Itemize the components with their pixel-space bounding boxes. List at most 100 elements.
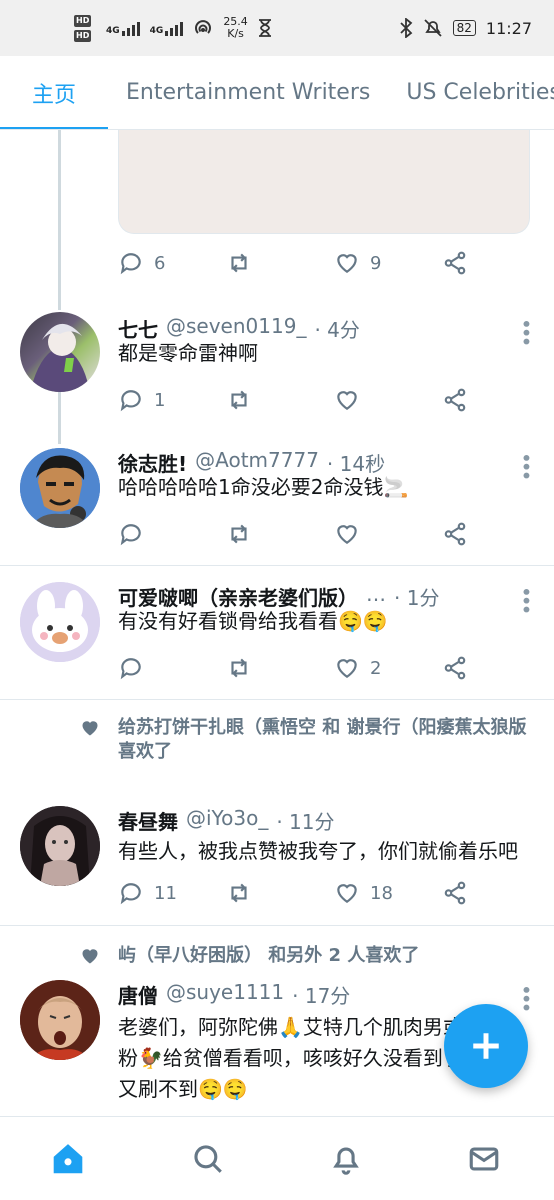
compose-tweet-button[interactable] bbox=[444, 1004, 528, 1088]
retweet-button[interactable] bbox=[226, 655, 252, 681]
share-button[interactable] bbox=[442, 250, 468, 276]
battery-icon: 82 bbox=[452, 20, 476, 36]
share-button[interactable] bbox=[442, 655, 468, 681]
social-context[interactable]: 屿（早八好困版） 和另外 2 人喜欢了 bbox=[80, 944, 544, 968]
hotspot-icon bbox=[195, 20, 212, 34]
share-icon bbox=[444, 251, 466, 275]
more-options-icon[interactable]: ••• bbox=[514, 984, 538, 1010]
plus-icon bbox=[473, 1033, 499, 1059]
tab-entertainment-writers[interactable]: Entertainment Writers bbox=[108, 56, 388, 129]
share-button[interactable] bbox=[442, 387, 468, 413]
reply-button[interactable]: 11 bbox=[118, 880, 177, 906]
tweet[interactable]: 七七 @seven0119_ · 4分 ••• 都是零命雷神啊 1 bbox=[0, 298, 554, 432]
tweet[interactable]: 给苏打饼干扎眼（熏悟空 和 谢景行（阳痿蕉太狼版 喜欢了 春昼舞 @iYo3o_… bbox=[0, 700, 554, 926]
like-count: 2 bbox=[370, 657, 382, 679]
display-name[interactable]: 春昼舞 bbox=[118, 806, 178, 835]
heart-icon bbox=[337, 254, 357, 273]
tweet-text: 有些人，被我点赞被我夸了，你们就偷着乐吧 bbox=[118, 839, 518, 863]
nav-messages[interactable] bbox=[464, 1139, 504, 1179]
avatar[interactable] bbox=[20, 980, 100, 1060]
user-handle[interactable]: @suye1111 bbox=[166, 980, 284, 1009]
retweet-icon bbox=[231, 883, 247, 903]
tweet-actions: 1 bbox=[118, 387, 488, 415]
avatar[interactable] bbox=[20, 312, 100, 392]
reply-icon bbox=[120, 524, 141, 546]
heart-icon bbox=[337, 525, 357, 544]
retweet-button[interactable] bbox=[226, 880, 252, 906]
reply-button[interactable]: 6 bbox=[118, 250, 165, 276]
like-button[interactable]: 9 bbox=[334, 250, 381, 276]
like-count: 9 bbox=[370, 252, 382, 274]
reply-button[interactable] bbox=[118, 655, 144, 681]
display-name[interactable]: 唐僧 bbox=[118, 980, 158, 1009]
mail-icon bbox=[469, 1147, 499, 1171]
list-tabs: 主页 Entertainment Writers US Celebrities bbox=[0, 56, 554, 130]
like-count: 18 bbox=[370, 882, 393, 904]
share-button[interactable] bbox=[442, 880, 468, 906]
tab-us-celebrities[interactable]: US Celebrities bbox=[388, 56, 554, 129]
social-context[interactable]: 给苏打饼干扎眼（熏悟空 和 谢景行（阳痿蕉太狼版 喜欢了 bbox=[80, 716, 544, 764]
tweet-text: 老婆们，阿弥陀佛🙏艾特几个肌肉男或者粉🐓给贫僧看看呗，咳咳好久没看到了，又刷不到… bbox=[118, 1015, 483, 1101]
avatar[interactable] bbox=[20, 448, 100, 528]
reply-button[interactable]: 1 bbox=[118, 387, 165, 413]
home-icon bbox=[53, 1144, 83, 1174]
tab-home[interactable]: 主页 bbox=[0, 56, 109, 129]
tweet-time: · 17分 bbox=[292, 984, 351, 1008]
signal-icon: 4G bbox=[106, 20, 140, 36]
share-icon bbox=[444, 388, 466, 412]
avatar[interactable] bbox=[20, 582, 100, 662]
avatar-image bbox=[20, 806, 100, 886]
reply-icon bbox=[120, 253, 141, 275]
hd-indicator: HD HD bbox=[74, 15, 92, 42]
tweet-actions bbox=[118, 521, 488, 549]
tweet[interactable]: 6 9 bbox=[0, 130, 554, 298]
retweet-icon bbox=[231, 390, 247, 410]
reply-button[interactable] bbox=[118, 521, 144, 547]
signal-icon: 4G bbox=[150, 20, 184, 36]
retweet-button[interactable] bbox=[226, 387, 252, 413]
social-context-text: 屿（早八好困版） 和另外 2 人喜欢了 bbox=[118, 945, 420, 966]
tweet-text: 都是零命雷神啊 bbox=[118, 341, 258, 365]
tweet-media[interactable] bbox=[118, 130, 530, 234]
like-button[interactable] bbox=[334, 521, 360, 547]
retweet-icon bbox=[231, 524, 247, 544]
heart-icon bbox=[337, 659, 357, 678]
nav-search[interactable] bbox=[188, 1139, 228, 1179]
nav-notifications[interactable] bbox=[326, 1139, 366, 1179]
heart-icon bbox=[337, 884, 357, 903]
share-icon bbox=[444, 656, 466, 680]
avatar[interactable] bbox=[20, 806, 100, 886]
clock: 11:27 bbox=[485, 18, 532, 38]
reply-icon bbox=[120, 390, 141, 412]
tweet-time: · 11分 bbox=[276, 810, 335, 834]
reply-count: 1 bbox=[154, 389, 166, 411]
tweet[interactable]: 可爱啵唧（亲亲老婆们版） … · 1分 ••• 有没有好看锁骨给我看看🤤🤤 2 bbox=[0, 566, 554, 700]
heart-filled-icon bbox=[82, 949, 98, 964]
bottom-navigation bbox=[0, 1116, 554, 1200]
social-context-text: 给苏打饼干扎眼（熏悟空 和 谢景行（阳痿蕉太狼版 喜欢了 bbox=[118, 717, 527, 762]
tweet[interactable]: 徐志胜! @Aotm7777 · 14秒 ••• 哈哈哈哈哈1命没必要2命没钱🚬 bbox=[0, 432, 554, 566]
avatar-image bbox=[20, 582, 100, 662]
heart-icon bbox=[337, 391, 357, 410]
like-button[interactable]: 18 bbox=[334, 880, 393, 906]
avatar-image bbox=[20, 980, 100, 1060]
hourglass-icon bbox=[258, 19, 271, 37]
timeline[interactable]: 6 9 七七 @seven0119_ · 4分 ••• 都是零命雷神啊 1 徐志… bbox=[0, 130, 554, 1116]
retweet-icon bbox=[231, 658, 247, 678]
tweet-header: 春昼舞 @iYo3o_ · 11分 bbox=[118, 806, 510, 835]
retweet-icon bbox=[231, 253, 247, 273]
nav-home[interactable] bbox=[48, 1139, 88, 1179]
like-button[interactable]: 2 bbox=[334, 655, 381, 681]
reply-count: 6 bbox=[154, 252, 166, 274]
status-bar: HD HD 4G 4G 25.4 K/s 82 11:27 bbox=[0, 0, 554, 56]
retweet-button[interactable] bbox=[226, 521, 252, 547]
retweet-button[interactable] bbox=[226, 250, 252, 276]
reply-icon bbox=[120, 658, 141, 680]
user-handle[interactable]: @iYo3o_ bbox=[186, 806, 268, 835]
tweet-actions: 2 bbox=[118, 655, 488, 683]
search-icon bbox=[194, 1145, 222, 1173]
like-button[interactable] bbox=[334, 387, 360, 413]
tweet-text: 有没有好看锁骨给我看看🤤🤤 bbox=[118, 609, 388, 633]
share-button[interactable] bbox=[442, 521, 468, 547]
hd-badge: HD bbox=[74, 30, 92, 42]
